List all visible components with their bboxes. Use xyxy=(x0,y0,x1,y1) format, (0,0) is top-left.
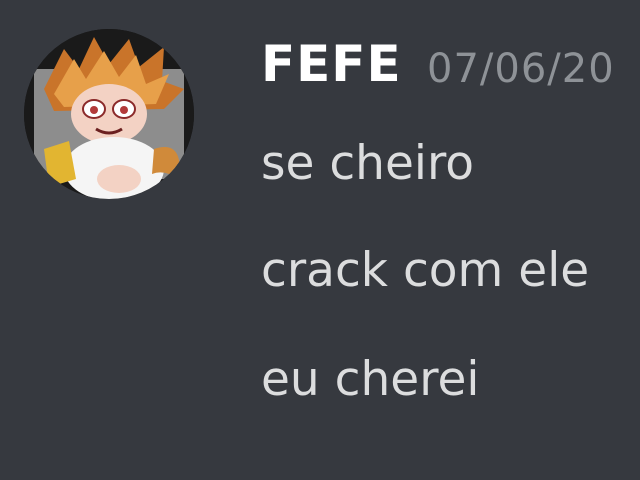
message-line: crack com ele xyxy=(261,243,590,298)
username[interactable]: FEFE xyxy=(261,34,402,94)
timestamp: 07/06/20 xyxy=(427,46,615,92)
message-line: se cheiro xyxy=(261,136,474,191)
anime-character-avatar-icon xyxy=(24,29,194,199)
chat-message: FEFE 07/06/20 se cheiro crack com ele eu… xyxy=(0,0,640,480)
message-line: eu cherei xyxy=(261,352,480,407)
avatar[interactable] xyxy=(24,29,194,199)
